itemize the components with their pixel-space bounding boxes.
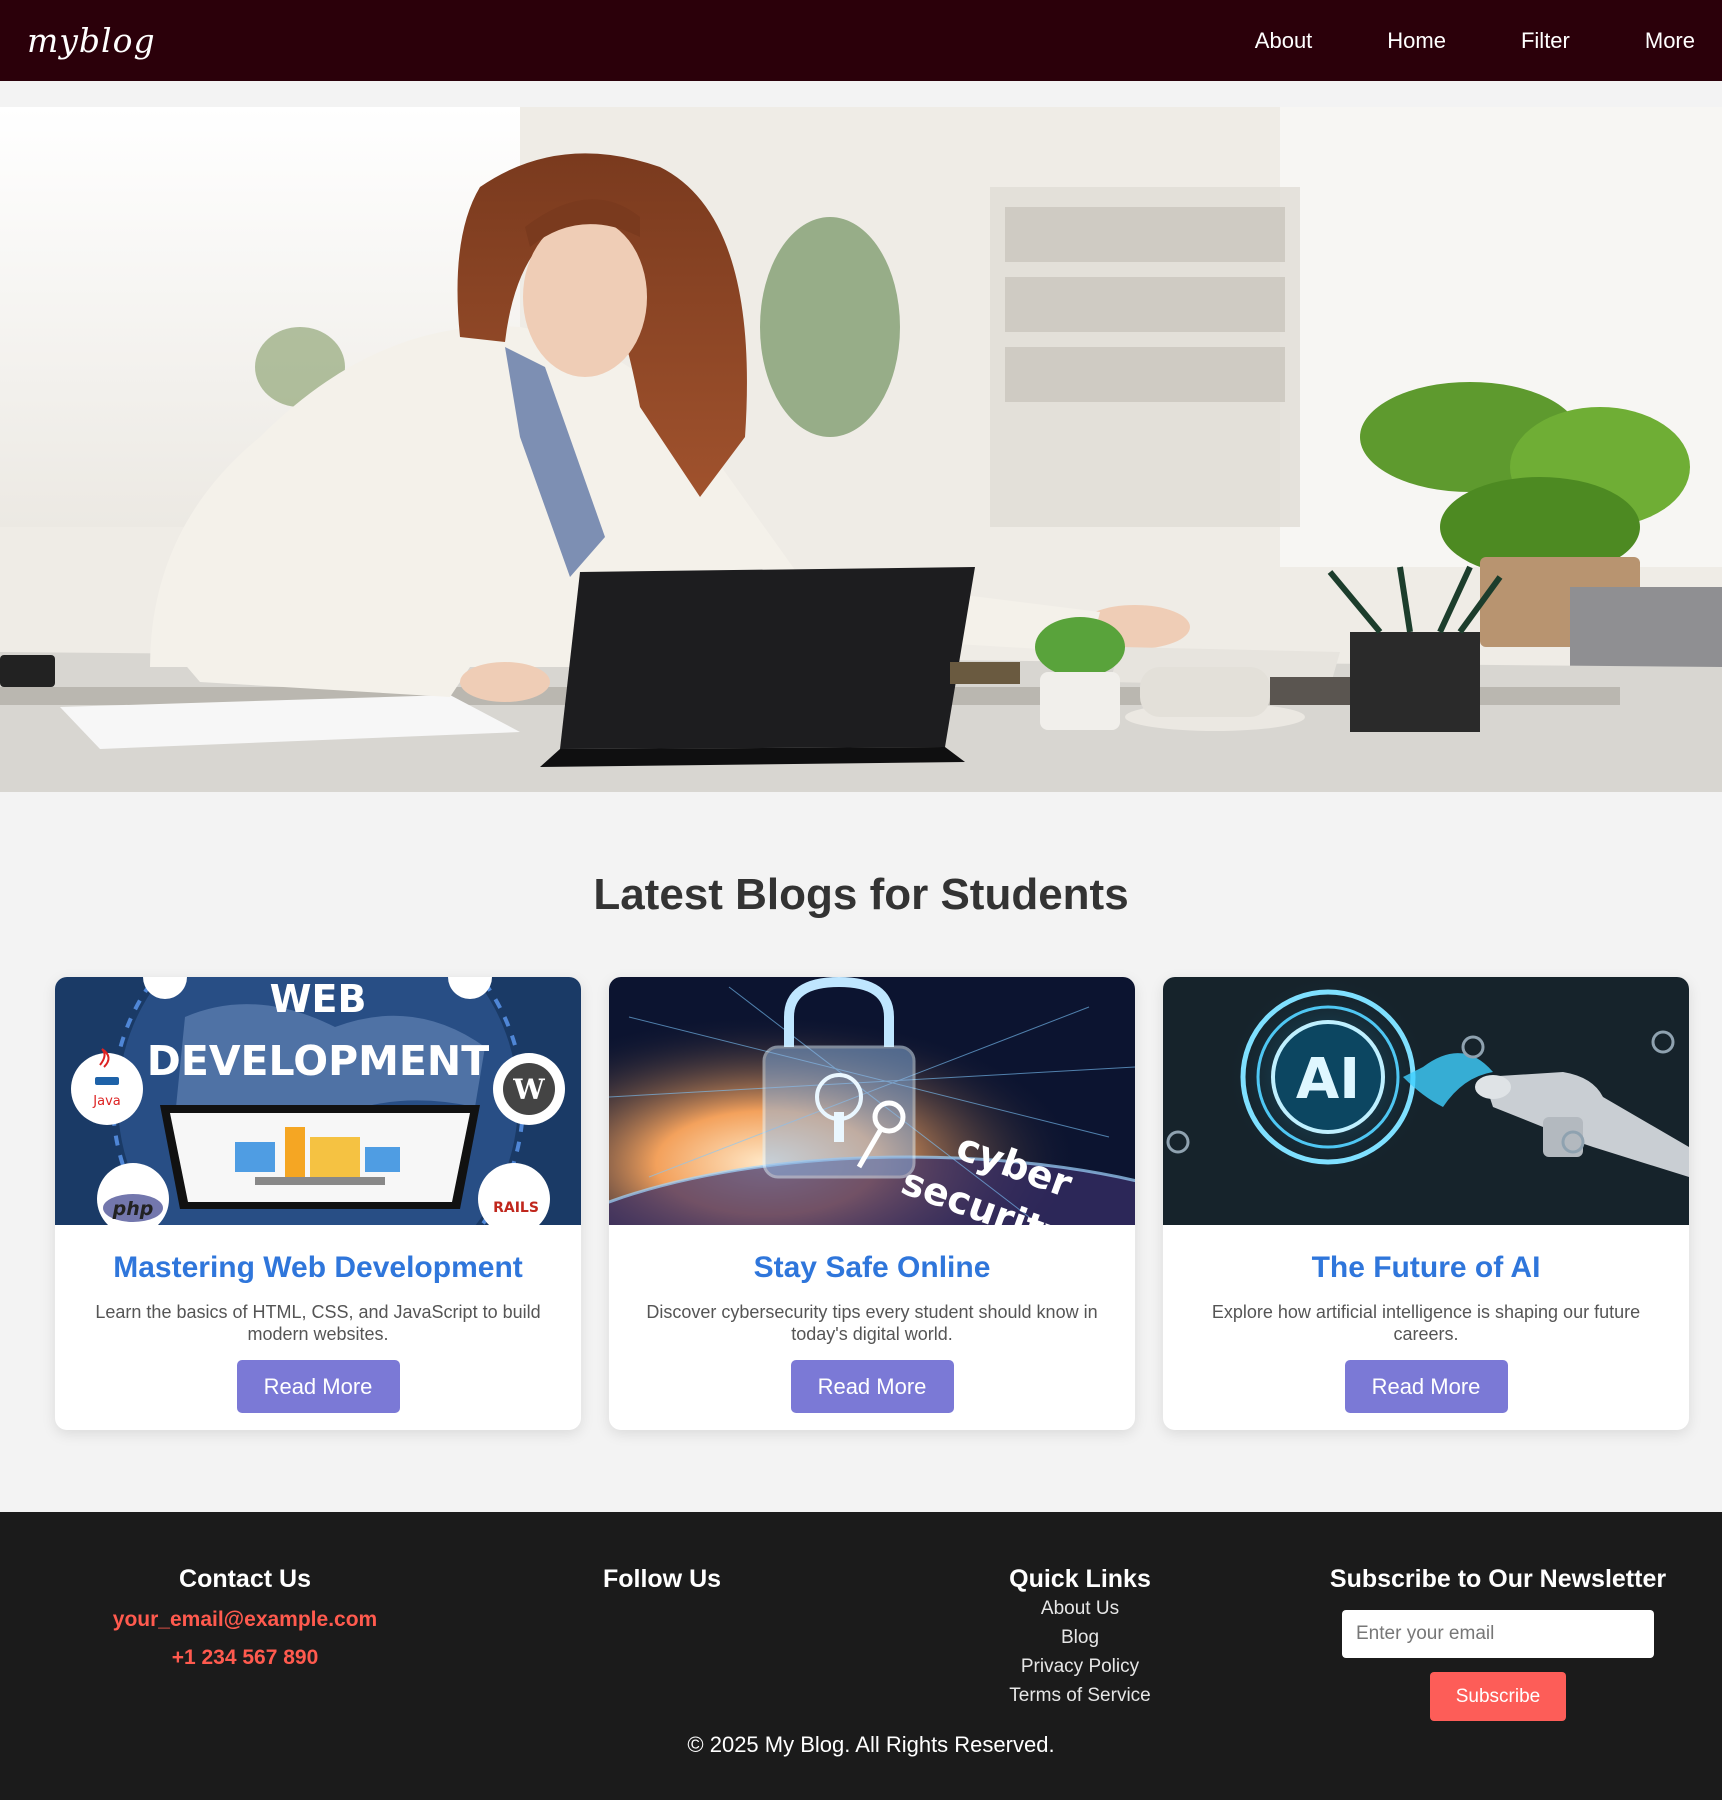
footer-quick-links: Quick Links About Us Blog Privacy Policy… (880, 1565, 1280, 1710)
hero-photo-illustration (0, 107, 1722, 792)
card-title-web-dev[interactable]: Mastering Web Development (55, 1251, 581, 1285)
blog-card-ai: AI The Future of AI Explore how artifici… (1163, 977, 1689, 1430)
rails-badge-label: RAILS (493, 1200, 539, 1216)
contact-phone-link[interactable]: +1 234 567 890 (40, 1646, 450, 1670)
card-desc-cyber-security: Discover cybersecurity tips every studen… (646, 1302, 1098, 1344)
footer-newsletter: Subscribe to Our Newsletter Subscribe (1298, 1565, 1698, 1721)
web-development-banner: WEB DEVELOPMENT Java W php RAILS (55, 977, 581, 1225)
blog-card-cyber-security: cyber security Stay Safe Online Discover… (609, 977, 1135, 1430)
footer: Contact Us your_email@example.com +1 234… (0, 1512, 1722, 1800)
quick-link-terms-of-service[interactable]: Terms of Service (880, 1681, 1280, 1710)
nav-link-filter[interactable]: Filter (1521, 28, 1570, 54)
footer-follow: Follow Us (462, 1565, 862, 1594)
cyber-security-padlock-banner: cyber security (609, 977, 1135, 1225)
newsletter-email-input[interactable] (1342, 1610, 1654, 1658)
ai-banner-text: AI (1296, 1047, 1360, 1112)
latest-blogs-title: Latest Blogs for Students (593, 870, 1129, 919)
subscribe-button[interactable]: Subscribe (1430, 1672, 1566, 1721)
footer-follow-title: Follow Us (602, 1565, 722, 1593)
site-logo[interactable]: myblog (27, 21, 156, 60)
web-banner-text-development: DEVELOPMENT (147, 1037, 489, 1085)
copyright-text: © 2025 My Blog. All Rights Reserved. (687, 1732, 1055, 1757)
nav-links: About Home Filter More (1180, 28, 1695, 54)
footer-newsletter-title: Subscribe to Our Newsletter (1329, 1565, 1667, 1593)
quick-link-blog[interactable]: Blog (880, 1623, 1280, 1652)
navbar: myblog About Home Filter More (0, 0, 1722, 81)
ai-robot-hand-banner: AI (1163, 977, 1689, 1225)
quick-link-about-us[interactable]: About Us (880, 1594, 1280, 1623)
card-image-ai: AI (1163, 977, 1689, 1225)
card-desc-web-dev: Learn the basics of HTML, CSS, and JavaS… (95, 1302, 541, 1344)
card-title-ai[interactable]: The Future of AI (1163, 1251, 1689, 1285)
footer-contact-title: Contact Us (179, 1565, 311, 1593)
java-badge-label: Java (92, 1094, 120, 1109)
quick-link-privacy-policy[interactable]: Privacy Policy (880, 1652, 1280, 1681)
php-badge-label: php (112, 1198, 154, 1220)
svg-text:W: W (512, 1073, 545, 1106)
blog-card-web-dev: WEB DEVELOPMENT Java W php RAILS Masteri… (55, 977, 581, 1430)
contact-email-link[interactable]: your_email@example.com (40, 1608, 450, 1632)
footer-quick-links-title: Quick Links (1009, 1565, 1151, 1593)
web-banner-text-web: WEB (270, 977, 367, 1021)
read-more-button-web-dev[interactable]: Read More (236, 1360, 400, 1413)
nav-link-more[interactable]: More (1645, 28, 1695, 54)
footer-contact: Contact Us your_email@example.com +1 234… (40, 1565, 450, 1670)
read-more-button-ai[interactable]: Read More (1344, 1360, 1508, 1413)
nav-link-home[interactable]: Home (1387, 28, 1446, 54)
nav-link-about[interactable]: About (1255, 28, 1313, 54)
card-image-cyber-security: cyber security (609, 977, 1135, 1225)
hero-image (0, 107, 1722, 792)
read-more-button-cyber-security[interactable]: Read More (790, 1360, 954, 1413)
card-title-cyber-security[interactable]: Stay Safe Online (609, 1251, 1135, 1285)
card-image-web-dev: WEB DEVELOPMENT Java W php RAILS (55, 977, 581, 1225)
card-desc-ai: Explore how artificial intelligence is s… (1211, 1302, 1641, 1344)
